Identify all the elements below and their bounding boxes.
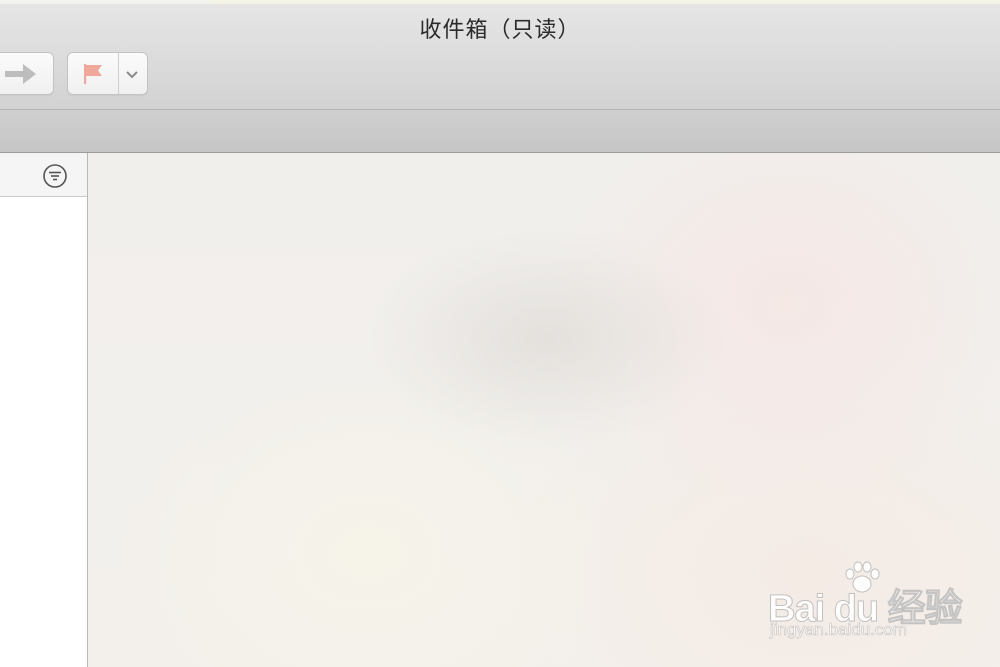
message-list-pane [0, 153, 88, 667]
watermark-url: jingyan.baidu.com [770, 620, 908, 640]
baidu-watermark: Bai du 经验 jingyan.baidu.com [768, 560, 988, 650]
forward-arrow-icon [5, 64, 36, 84]
filter-icon[interactable] [42, 163, 68, 189]
flag-button-divider [118, 53, 119, 94]
flag-icon [84, 64, 102, 84]
message-list-header [0, 153, 87, 197]
chevron-down-icon[interactable] [124, 67, 140, 81]
forward-button[interactable] [0, 52, 54, 95]
mail-window: 收件箱（只读） Bai du 经验 jingyan.baidu.com [0, 0, 1000, 667]
toolbar: 收件箱（只读） [0, 4, 1000, 110]
tab-bar [0, 110, 1000, 153]
flag-button[interactable] [67, 52, 148, 95]
window-title: 收件箱（只读） [419, 18, 581, 43]
